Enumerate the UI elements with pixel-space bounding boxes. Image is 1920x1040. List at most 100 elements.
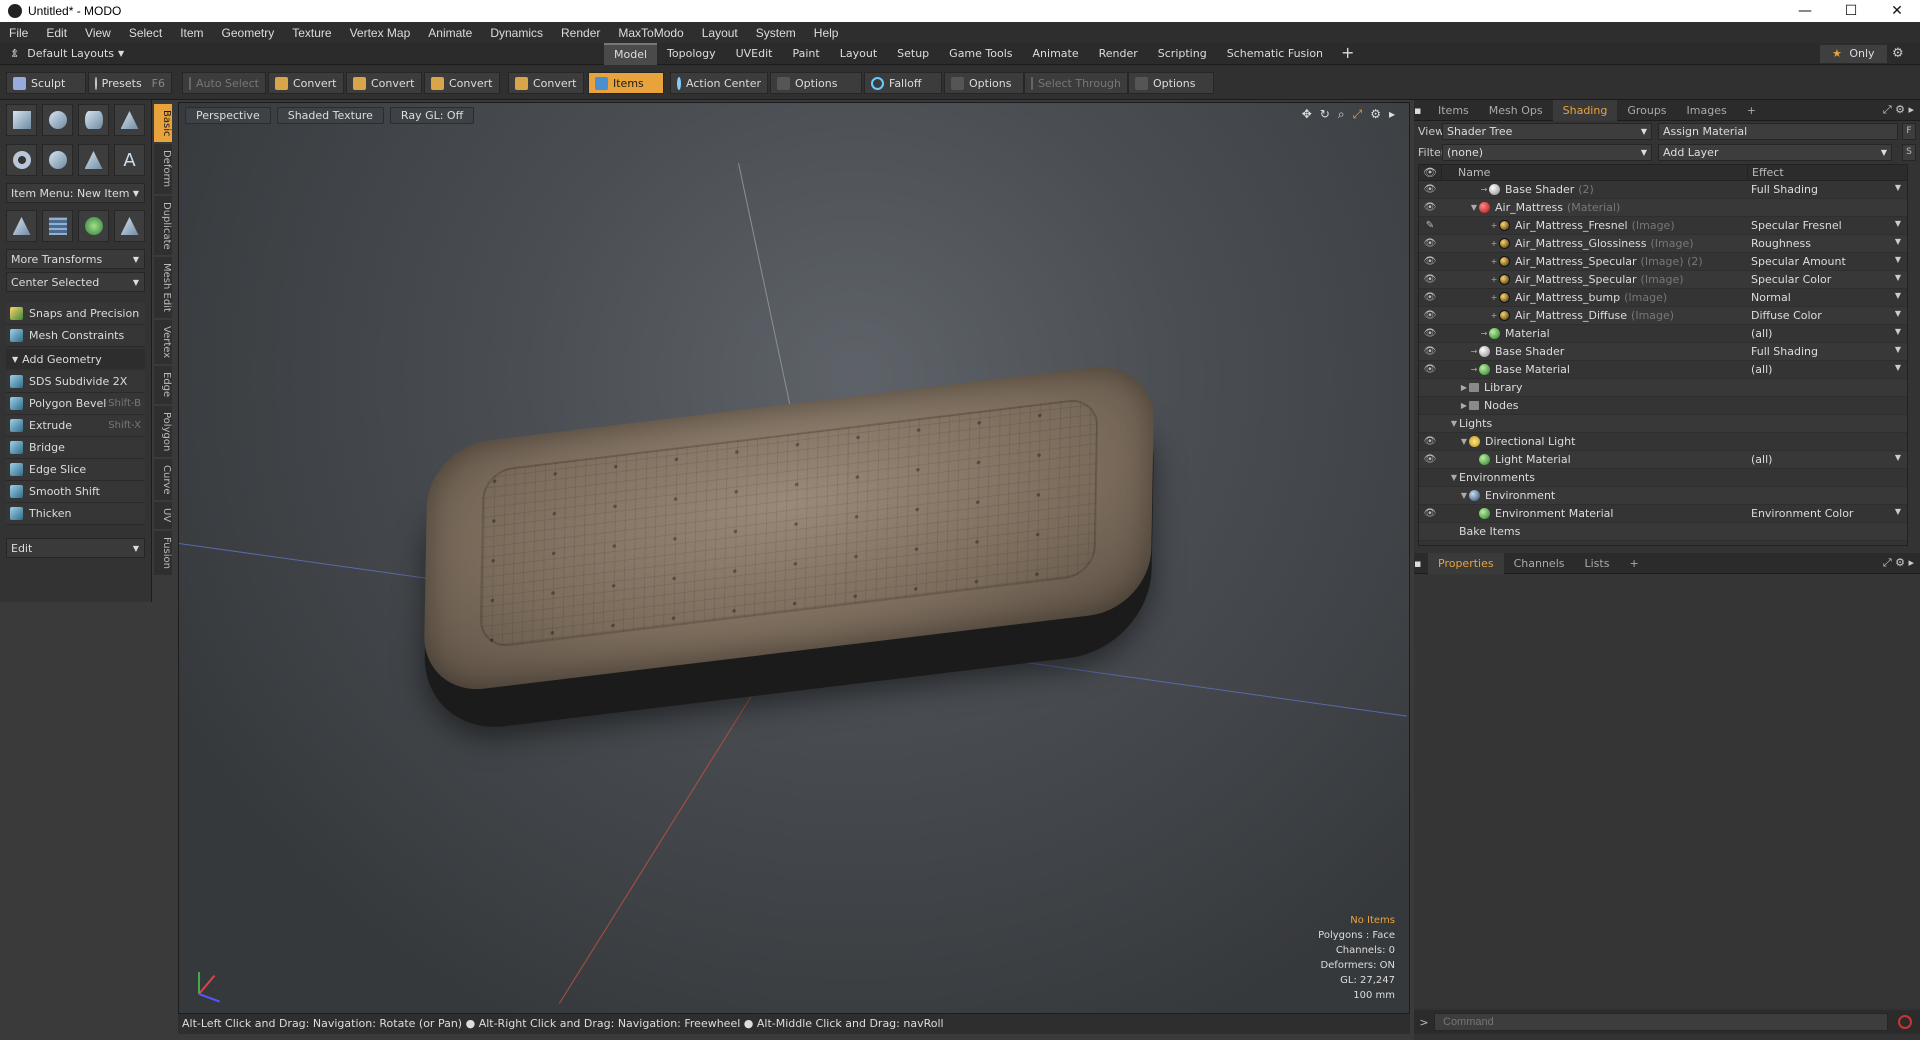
thicken-button[interactable]: Thicken [6,503,145,525]
menu-vertex-map[interactable]: Vertex Map [341,26,420,40]
shader-tree-row[interactable]: 👁 → Base Shader (2) Full Shading ▼ [1419,181,1907,199]
shader-view-dropdown[interactable]: Shader Tree ▼ [1442,123,1652,140]
expand-toggle-icon[interactable]: + [1489,239,1499,248]
menu-view[interactable]: View [76,26,120,40]
eye-visibility-icon[interactable]: 👁 [1419,508,1441,519]
menu-geometry[interactable]: Geometry [213,26,284,40]
vtab-basic[interactable]: Basic [154,104,172,143]
filter-dropdown[interactable]: (none) ▼ [1442,144,1652,161]
menu-select[interactable]: Select [120,26,171,40]
expand-toggle-icon[interactable]: → [1469,347,1479,356]
vtab-deform[interactable]: Deform [154,144,172,194]
cone-primitive-button[interactable] [114,104,145,136]
tab-render[interactable]: Render [1089,43,1148,65]
shader-tree-row[interactable]: 👁 ▼ Directional Light [1419,433,1907,451]
eye-visibility-icon[interactable]: 👁 [1419,328,1441,339]
tab-lists[interactable]: Lists [1575,553,1620,574]
grid-button[interactable] [42,210,73,242]
auto-select-button[interactable]: Auto Select [182,72,266,94]
sds-subdivide-button[interactable]: SDS Subdivide 2X [6,371,145,393]
expand-toggle-icon[interactable]: ▼ [1449,419,1459,428]
expand-toggle-icon[interactable]: ▼ [1459,437,1469,446]
center-selected-dropdown[interactable]: Center Selected ▼ [6,272,145,292]
convert-button-2[interactable]: Convert [346,72,422,94]
falloff-button[interactable]: Falloff [864,72,942,94]
menu-edit[interactable]: Edit [37,26,76,40]
expand-toggle-icon[interactable]: ▶ [1459,383,1469,392]
s-button[interactable]: S [1902,144,1916,161]
shader-tree-row[interactable]: 👁 Environment Material Environment Color ▼ [1419,505,1907,523]
eye-visibility-icon[interactable]: 👁 [1419,454,1441,465]
tab-scripting[interactable]: Scripting [1148,43,1217,65]
command-input[interactable] [1434,1013,1888,1031]
view-type-selector[interactable]: Perspective [185,107,271,124]
menu-help[interactable]: Help [805,26,848,40]
shader-tree-row[interactable]: 👁 Light Material (all) ▼ [1419,451,1907,469]
shader-tree-row[interactable]: 👁 + Air_Mattress_Specular (Image) Specular C… [1419,271,1907,289]
3d-viewport[interactable]: Perspective Shaded Texture Ray GL: Off ✥… [178,102,1410,1014]
close-button[interactable]: ✕ [1874,0,1920,22]
raygl-toggle[interactable]: Ray GL: Off [389,107,475,124]
layer-effect-dropdown[interactable]: Roughness ▼ [1747,237,1907,250]
tab-shading[interactable]: Shading [1552,99,1618,121]
pan-icon[interactable]: ✥ [1302,107,1312,122]
shader-tree-row[interactable]: ▶ Nodes [1419,397,1907,415]
pyramid-button[interactable] [114,210,145,242]
tab-items[interactable]: Items [1428,100,1479,121]
expand-toggle-icon[interactable]: + [1489,311,1499,320]
tab-properties[interactable]: Properties [1428,552,1504,574]
expand-toggle-icon[interactable]: → [1479,185,1489,194]
tab-game-tools[interactable]: Game Tools [939,43,1022,65]
menu-animate[interactable]: Animate [419,26,481,40]
zoom-icon[interactable]: ⌕ [1338,107,1345,122]
eye-visibility-icon[interactable]: 👁 [1419,202,1441,213]
menu-maxtomodo[interactable]: MaxToModo [609,26,692,40]
shader-tree-row[interactable]: ▼ Environments [1419,469,1907,487]
eye-visibility-icon[interactable]: 👁 [1419,292,1441,303]
expand-toggle-icon[interactable]: ▼ [1459,491,1469,500]
tab-uvedit[interactable]: UVEdit [726,43,783,65]
shader-tree-row[interactable]: 👁 + Air_Mattress_Glossiness (Image) Roughnes… [1419,235,1907,253]
more-transforms-dropdown[interactable]: More Transforms ▼ [6,249,145,269]
eye-visibility-icon[interactable]: 👁 [1419,184,1441,195]
edit-dropdown[interactable]: Edit ▼ [6,538,145,558]
presets-button[interactable]: Presets F6 [88,72,172,94]
layer-effect-dropdown[interactable]: (all) ▼ [1747,327,1907,340]
add-tab-button[interactable]: + [1737,100,1766,121]
f-button[interactable]: F [1902,123,1916,140]
effect-column-header[interactable]: Effect [1747,165,1907,180]
shader-tree-row[interactable]: 👁 + Air_Mattress_bump (Image) Normal ▼ [1419,289,1907,307]
layer-effect-dropdown[interactable]: Diffuse Color ▼ [1747,309,1907,322]
panel-tools-icon[interactable]: ⤢ ⚙ ▸ [1883,103,1914,117]
extrude-button[interactable]: Extrude Shift-X [6,415,145,437]
tab-groups[interactable]: Groups [1617,100,1676,121]
viewport-settings-icon[interactable]: ⚙ [1370,107,1381,122]
tab-layout[interactable]: Layout [830,43,887,65]
minimize-button[interactable]: — [1782,0,1828,22]
convert-button-4[interactable]: Convert [508,72,584,94]
shader-tree-row[interactable]: ▼ Lights [1419,415,1907,433]
item-menu-dropdown[interactable]: Item Menu: New Item ▼ [6,183,145,203]
only-toggle[interactable]: ★ Only [1820,45,1887,63]
text-tool-button[interactable]: A [114,144,145,176]
shader-tree-row[interactable]: ✎ + Air_Mattress_Fresnel (Image) Specular Fr… [1419,217,1907,235]
vtab-vertex[interactable]: Vertex [154,320,172,365]
shader-tree-row[interactable]: 👁 + Air_Mattress_Specular (Image) (2) Specul… [1419,253,1907,271]
expand-toggle-icon[interactable]: + [1489,257,1499,266]
action-center-options-button[interactable]: Options [770,72,862,94]
shader-tree-row[interactable]: ▼ Environment [1419,487,1907,505]
menu-system[interactable]: System [747,26,805,40]
expand-toggle-icon[interactable]: ▶ [1459,401,1469,410]
shader-tree-row[interactable]: ▶ Library [1419,379,1907,397]
items-mode-button[interactable]: Items [588,72,664,94]
panel-menu-icon[interactable]: ▪ [1414,557,1428,570]
menu-layout[interactable]: Layout [693,26,747,40]
tab-setup[interactable]: Setup [887,43,939,65]
cube-primitive-button[interactable] [6,104,37,136]
layer-effect-dropdown[interactable]: Specular Color ▼ [1747,273,1907,286]
default-layouts-dropdown[interactable]: ⇭ Default Layouts ▼ [0,47,300,60]
vtab-edge[interactable]: Edge [154,366,172,404]
eye-visibility-icon[interactable]: 👁 [1419,238,1441,249]
add-tab-button[interactable]: + [1333,43,1362,65]
locator-button[interactable] [6,210,37,242]
